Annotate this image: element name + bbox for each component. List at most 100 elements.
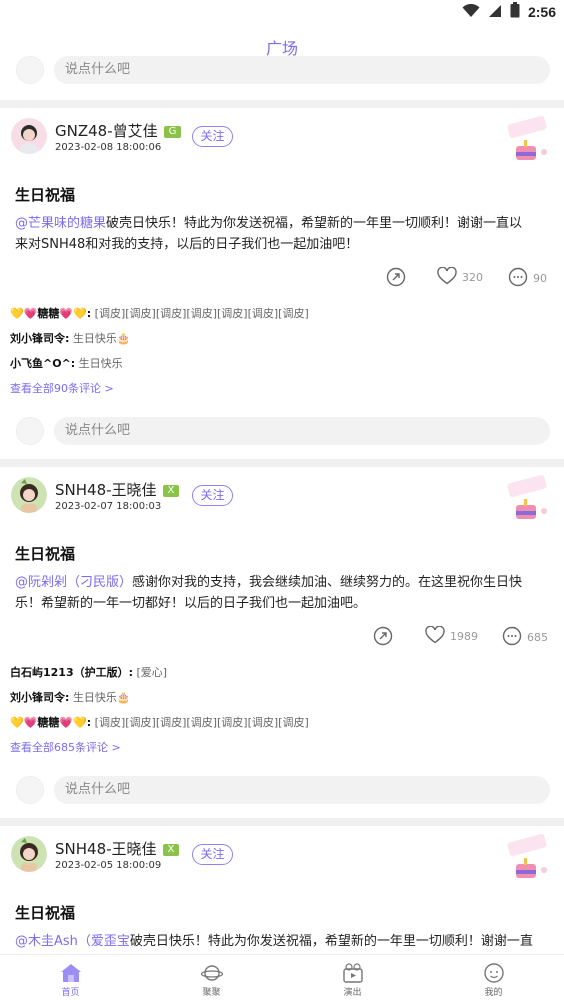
share-icon [386,267,406,290]
comment-text: [调皮][调皮][调皮][调皮][调皮][调皮][调皮] [91,716,309,729]
post-actions: 320 90 [0,255,564,301]
comment-list: 💛💗糖糖💗💛: [调皮][调皮][调皮][调皮][调皮][调皮][调皮] 刘小锋… [0,301,564,401]
post-title: 生日祝福 [15,545,76,563]
share-button[interactable] [373,626,393,649]
heart-icon [437,266,457,288]
home-icon [60,963,82,983]
avatar [16,417,44,445]
mention-link[interactable]: @木圭Ash（爱歪宝 [15,934,130,949]
birthday-cake-icon [504,474,552,525]
tab-performance[interactable]: 演出 [282,955,423,1002]
avatar [16,776,44,804]
view-all-comments-link[interactable]: 查看全部685条评论 > [10,735,564,760]
team-badge: X [162,844,180,856]
post-header: SNH48-王晓佳 X 2023-02-07 18:00:03 关注 [0,467,564,529]
post-title: 生日祝福 [15,904,76,922]
post-title: 生日祝福 [15,186,76,204]
like-button[interactable]: 320 [437,266,483,288]
post-body: @芒果味的糖果破壳日快乐！特此为你发送祝福，希望新的一年里一切顺利！谢谢一直以来… [15,213,535,255]
divider [0,100,564,108]
post-body: @阮剁剁（刁民版）感谢你对我的支持，我会继续加油、继续努力的。在这里祝你生日快乐… [15,572,535,614]
comment-list: 白石屿1213（护工版）: [爱心] 刘小锋司令: 生日快乐🎂 💛💗糖糖💗💛: … [0,660,564,760]
post-date: 2023-02-05 18:00:09 [55,860,162,871]
battery-icon [510,2,520,22]
signal-icon [488,3,502,22]
comment-input[interactable]: 说点什么吧 [54,417,550,445]
profile-icon [483,963,505,983]
author-avatar[interactable] [11,477,47,513]
comment-user: 白石屿1213（护工版）: [10,666,134,679]
comment-text: [调皮][调皮][调皮][调皮][调皮][调皮][调皮] [91,307,309,320]
team-badge: G [163,126,182,138]
comment-icon [508,267,528,290]
comment-input[interactable]: 说点什么吧 [54,56,550,84]
birthday-cake-icon [504,115,552,166]
post-body: @木圭Ash（爱歪宝破壳日快乐！特此为你发送祝福，希望新的一年里一切顺利！谢谢一… [15,931,535,954]
mention-link[interactable]: @芒果味的糖果 [15,216,106,231]
mention-link[interactable]: @阮剁剁（刁民版） [15,575,132,590]
tab-label: 聚聚 [202,988,221,998]
tab-juju[interactable]: 聚聚 [141,955,282,1002]
post-card: SNH48-王晓佳 X 2023-02-07 18:00:03 关注 生日祝福 @… [0,467,564,812]
tab-mine[interactable]: 我的 [423,955,564,1002]
comment-text: 生日快乐 [75,357,123,370]
avatar [16,56,44,84]
follow-button[interactable]: 关注 [192,126,233,147]
comment-user: 刘小锋司令: [10,332,70,345]
post-actions: 1989 685 [0,614,564,660]
comment-icon [502,626,522,649]
author-name[interactable]: GNZ48-曾艾佳 G [55,120,182,141]
comment-item[interactable]: 刘小锋司令: 生日快乐🎂 [10,685,564,710]
divider [0,459,564,467]
team-badge: X [162,485,180,497]
view-all-comments-link[interactable]: 查看全部90条评论 > [10,376,564,401]
post-date: 2023-02-08 18:00:06 [55,142,162,153]
comment-item[interactable]: 💛💗糖糖💗💛: [调皮][调皮][调皮][调皮][调皮][调皮][调皮] [10,301,564,326]
author-name-text: SNH48-王晓佳 [55,481,157,499]
comment-box: 说点什么吧 [16,417,550,445]
follow-button[interactable]: 关注 [192,844,233,865]
comment-button[interactable]: 90 [508,267,547,290]
post-header: SNH48-王晓佳 X 2023-02-05 18:00:09 关注 [0,826,564,888]
comment-item[interactable]: 💛💗糖糖💗💛: [调皮][调皮][调皮][调皮][调皮][调皮][调皮] [10,710,564,735]
author-name[interactable]: SNH48-王晓佳 X [55,479,180,500]
comment-box: 说点什么吧 [16,56,550,84]
post-comment-area: 说点什么吧 [0,401,564,453]
comment-text: [爱心] [133,666,168,679]
comment-button[interactable]: 685 [502,626,548,649]
author-avatar[interactable] [11,118,47,154]
comment-text: 生日快乐🎂 [69,332,131,345]
comment-box: 说点什么吧 [16,776,550,804]
author-avatar[interactable] [11,836,47,872]
share-icon [373,626,393,649]
status-time: 2:56 [527,4,556,20]
comment-user: 小飞鱼^O^: [10,357,76,370]
share-button[interactable] [386,267,406,290]
tab-label: 首页 [61,988,80,998]
comment-user: 💛💗糖糖💗💛: [10,307,92,320]
status-bar: 2:56 [0,0,564,24]
like-button[interactable]: 1989 [425,625,478,647]
tab-label: 演出 [343,988,362,998]
post-card: SNH48-王晓佳 X 2023-02-05 18:00:09 关注 生日祝福 @… [0,826,564,954]
post-comment-area: 说点什么吧 [0,760,564,812]
previous-post-comment-area: 说点什么吧 [0,56,564,100]
author-name-text: SNH48-王晓佳 [55,840,157,858]
like-count: 1989 [450,630,478,643]
comment-item[interactable]: 刘小锋司令: 生日快乐🎂 [10,326,564,351]
planet-icon [200,963,223,983]
comment-item[interactable]: 白石屿1213（护工版）: [爱心] [10,660,564,685]
follow-button[interactable]: 关注 [192,485,233,506]
tab-home[interactable]: 首页 [0,955,141,1002]
comment-item[interactable]: 小飞鱼^O^: 生日快乐 [10,351,564,376]
comment-input[interactable]: 说点什么吧 [54,776,550,804]
author-name-text: GNZ48-曾艾佳 [55,122,158,140]
bottom-tab-bar: 首页 聚聚 演出 我的 [0,954,564,1002]
author-name[interactable]: SNH48-王晓佳 X [55,838,180,859]
post-card: GNZ48-曾艾佳 G 2023-02-08 18:00:06 关注 生日祝福 @… [0,108,564,453]
comment-user: 刘小锋司令: [10,691,70,704]
tab-label: 我的 [484,988,503,998]
video-icon [342,963,364,983]
like-count: 320 [462,271,483,284]
feed[interactable]: 说点什么吧 GNZ48-曾艾佳 G 2023-02-08 18:00:06 关注 [0,56,564,954]
